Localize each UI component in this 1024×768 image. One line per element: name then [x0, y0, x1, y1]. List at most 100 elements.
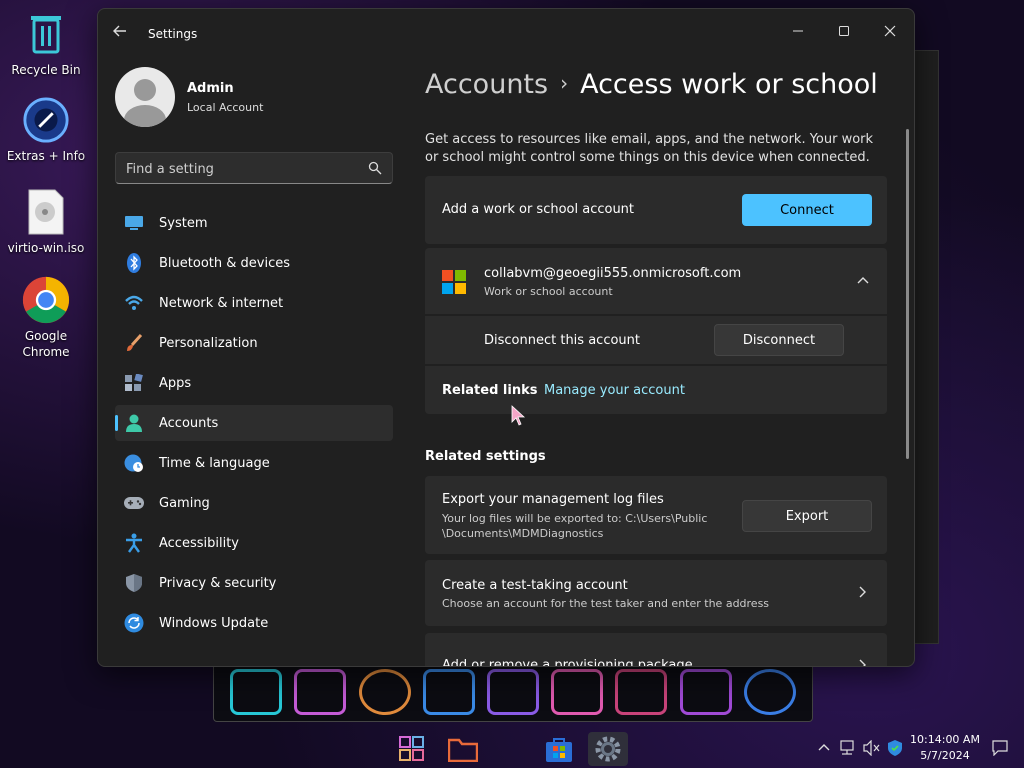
avatar	[115, 67, 175, 127]
shield-icon	[124, 573, 144, 593]
taskbar: 10:14:00 AM 5/7/2024	[0, 728, 1024, 768]
connect-button[interactable]: Connect	[742, 194, 872, 226]
store-icon	[546, 738, 572, 762]
dock-download-icon[interactable]	[422, 669, 475, 715]
sidebar-item-label: System	[159, 215, 208, 231]
sidebar-item-label: Apps	[159, 375, 192, 391]
notifications-icon[interactable]	[991, 740, 1009, 757]
dock-camera-icon[interactable]	[679, 669, 732, 715]
add-account-label: Add a work or school account	[442, 202, 635, 217]
dock-monitor-icon[interactable]	[294, 669, 347, 715]
export-title: Export your management log files	[442, 492, 664, 507]
add-account-card: Add a work or school account Connect	[425, 176, 887, 244]
breadcrumb-parent[interactable]: Accounts	[425, 69, 548, 100]
globe-clock-icon	[124, 453, 144, 473]
profile-name: Admin	[187, 81, 234, 96]
file-explorer-button[interactable]	[443, 732, 483, 766]
sidebar-item-label: Network & internet	[159, 295, 284, 311]
close-button[interactable]	[867, 15, 913, 47]
maximize-icon	[839, 26, 849, 36]
minimize-button[interactable]	[775, 15, 821, 47]
sidebar-item-apps[interactable]: Apps	[115, 365, 393, 401]
apps-icon	[124, 373, 144, 393]
minimize-icon	[793, 30, 803, 32]
gamepad-icon	[124, 493, 144, 513]
account-card: collabvm@geoegii555.onmicrosoft.com Work…	[425, 248, 887, 414]
account-email: collabvm@geoegii555.onmicrosoft.com	[484, 266, 742, 281]
export-button[interactable]: Export	[742, 500, 872, 532]
dock-info-icon[interactable]	[486, 669, 539, 715]
disconnect-button[interactable]: Disconnect	[714, 324, 844, 356]
window-title: Settings	[148, 27, 198, 41]
page-description: Get access to resources like email, apps…	[425, 132, 874, 165]
desktop-icon-recycle-bin[interactable]: Recycle Bin	[4, 10, 88, 78]
test-account-card[interactable]: Create a test-taking account Choose an a…	[425, 560, 887, 626]
bluetooth-icon	[124, 253, 144, 273]
maximize-button[interactable]	[821, 15, 867, 47]
search-icon[interactable]	[368, 161, 382, 175]
sidebar-item-accounts[interactable]: Accounts	[115, 405, 393, 441]
sidebar-item-windows-update[interactable]: Windows Update	[115, 605, 393, 641]
sidebar-item-label: Accessibility	[159, 535, 239, 551]
volume-muted-icon[interactable]	[862, 739, 880, 757]
brush-icon	[124, 333, 144, 353]
search-input[interactable]	[116, 153, 368, 185]
desktop-icon-label: Extras + Info	[6, 149, 86, 163]
sidebar-item-bluetooth[interactable]: Bluetooth & devices	[115, 245, 393, 281]
sidebar-item-gaming[interactable]: Gaming	[115, 485, 393, 521]
desktop-icon-label: virtio-win.iso	[7, 241, 85, 255]
breadcrumb: Accounts › Access work or school	[425, 69, 878, 100]
microsoft-store-button[interactable]	[539, 732, 579, 766]
gear-icon	[595, 736, 621, 762]
desktop-icon-virtio-iso[interactable]: virtio-win.iso	[4, 188, 88, 256]
related-links-label: Related links	[442, 383, 538, 398]
folder-icon	[448, 738, 478, 762]
person-icon	[124, 413, 144, 433]
disc-image-file-icon	[22, 188, 70, 236]
security-shield-icon[interactable]	[886, 740, 904, 756]
account-type: Work or school account	[484, 285, 613, 298]
close-icon	[884, 25, 896, 37]
sidebar-item-personalization[interactable]: Personalization	[115, 325, 393, 361]
scrollbar[interactable]	[906, 129, 909, 459]
account-header[interactable]: collabvm@geoegii555.onmicrosoft.com Work…	[425, 248, 887, 314]
show-hidden-icons-chevron-up-icon[interactable]	[815, 740, 833, 756]
sidebar-item-label: Bluetooth & devices	[159, 255, 290, 271]
mouse-cursor-icon	[511, 405, 526, 426]
test-account-subtitle: Choose an account for the test taker and…	[442, 597, 770, 610]
dock-music-icon[interactable]	[743, 669, 796, 715]
sidebar-item-time-language[interactable]: Time & language	[115, 445, 393, 481]
manage-account-link[interactable]: Manage your account	[544, 383, 685, 398]
dock-video-icon[interactable]	[615, 669, 668, 715]
task-view-button[interactable]	[392, 732, 432, 766]
microsoft-logo-icon	[442, 270, 466, 294]
sidebar-item-privacy-security[interactable]: Privacy & security	[115, 565, 393, 601]
related-links-row: Related links Manage your account	[425, 366, 887, 414]
export-subtitle: Your log files will be exported to: C:\U…	[442, 512, 708, 540]
sidebar-nav: System Bluetooth & devices Network & int…	[115, 205, 393, 645]
desktop-icon-label: Recycle Bin	[11, 63, 81, 77]
provisioning-card[interactable]: Add or remove a provisioning package	[425, 633, 887, 666]
sidebar-item-label: Personalization	[159, 335, 258, 351]
sidebar-item-network[interactable]: Network & internet	[115, 285, 393, 321]
dock-list-icon[interactable]	[551, 669, 604, 715]
sidebar-item-label: Time & language	[159, 455, 270, 471]
sidebar-item-label: Gaming	[159, 495, 210, 511]
back-arrow-icon[interactable]	[112, 23, 132, 43]
sidebar-item-system[interactable]: System	[115, 205, 393, 241]
chevron-right-icon	[859, 659, 867, 666]
desktop-dock	[213, 662, 813, 722]
sidebar-item-accessibility[interactable]: Accessibility	[115, 525, 393, 561]
chevron-up-icon[interactable]	[857, 272, 869, 288]
dock-gear-icon[interactable]	[358, 669, 411, 715]
search-box[interactable]	[115, 152, 393, 185]
system-clock[interactable]: 10:14:00 AM 5/7/2024	[905, 732, 985, 764]
desktop-icon-label: Google Chrome	[22, 329, 70, 359]
sidebar-item-label: Privacy & security	[159, 575, 277, 591]
settings-taskbar-button[interactable]	[588, 732, 628, 766]
desktop-icon-google-chrome[interactable]: Google Chrome	[4, 276, 88, 360]
desktop-icon-extras-info[interactable]: Extras + Info	[4, 96, 88, 164]
recycle-bin-icon	[22, 10, 70, 58]
network-icon[interactable]	[838, 740, 856, 756]
dock-trash-icon[interactable]	[230, 669, 283, 715]
